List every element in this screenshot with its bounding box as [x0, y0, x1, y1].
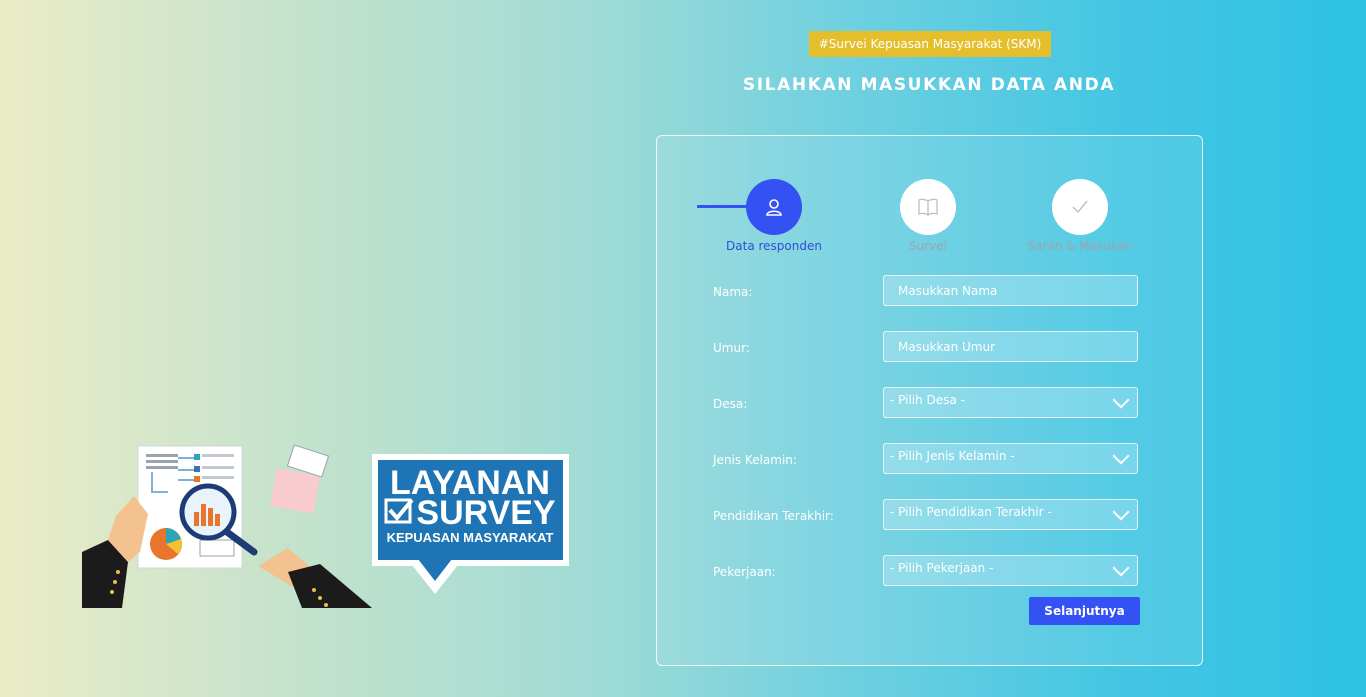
pendidikan-select[interactable]: - Pilih Pendidikan Terakhir -: [883, 499, 1138, 530]
chevron-down-icon: [1112, 503, 1130, 520]
umur-input[interactable]: [883, 331, 1138, 362]
step-data-responden[interactable]: Data responden: [694, 179, 854, 253]
form-row-jenis-kelamin: Jenis Kelamin: - Pilih Jenis Kelamin -: [657, 443, 1202, 477]
desa-select-value: - Pilih Desa -: [890, 392, 965, 407]
step-label: Data responden: [726, 239, 822, 253]
page-title: SILAHKAN MASUKKAN DATA ANDA: [742, 75, 1116, 95]
svg-text:SURVEY: SURVEY: [416, 494, 556, 532]
step-label: Saran & Masukan: [1027, 239, 1133, 253]
form-row-desa: Desa: - Pilih Desa -: [657, 387, 1202, 421]
form-row-pekerjaan: Pekerjaan: - Pilih Pekerjaan -: [657, 555, 1202, 589]
chevron-down-icon: [1112, 391, 1130, 408]
step-survei[interactable]: Survei: [848, 179, 1008, 253]
step-label: Survei: [909, 239, 947, 253]
umur-label: Umur:: [713, 341, 750, 355]
survey-illustration: [82, 444, 372, 608]
chevron-down-icon: [1112, 447, 1130, 464]
svg-text:KEPUASAN MASYARAKAT: KEPUASAN MASYARAKAT: [387, 530, 554, 545]
form-row-nama: Nama:: [657, 275, 1202, 309]
desa-select[interactable]: - Pilih Desa -: [883, 387, 1138, 418]
respondent-form-card: Data responden Survei Saran & Masukan Na…: [656, 135, 1203, 666]
pendidikan-select-value: - Pilih Pendidikan Terakhir -: [890, 504, 1052, 519]
survey-tag: #Survei Kepuasan Masyarakat (SKM): [809, 31, 1051, 57]
jenis-kelamin-label: Jenis Kelamin:: [713, 453, 797, 467]
jenis-kelamin-select-value: - Pilih Jenis Kelamin -: [890, 448, 1015, 463]
pekerjaan-select-value: - Pilih Pekerjaan -: [890, 560, 994, 575]
nama-label: Nama:: [713, 285, 753, 299]
user-icon: [746, 179, 802, 235]
step-saran-masukan[interactable]: Saran & Masukan: [1000, 179, 1160, 253]
layanan-survey-logo: LAYANAN SURVEY KEPUASAN MASYARAKAT: [372, 454, 569, 594]
nama-input[interactable]: [883, 275, 1138, 306]
chevron-down-icon: [1112, 559, 1130, 576]
next-button[interactable]: Selanjutnya: [1029, 597, 1140, 625]
pekerjaan-label: Pekerjaan:: [713, 565, 776, 579]
form-row-umur: Umur:: [657, 331, 1202, 365]
pendidikan-label: Pendidikan Terakhir:: [713, 509, 834, 523]
book-icon: [900, 179, 956, 235]
form-row-pendidikan: Pendidikan Terakhir: - Pilih Pendidikan …: [657, 499, 1202, 533]
jenis-kelamin-select[interactable]: - Pilih Jenis Kelamin -: [883, 443, 1138, 474]
check-icon: [1052, 179, 1108, 235]
pekerjaan-select[interactable]: - Pilih Pekerjaan -: [883, 555, 1138, 586]
desa-label: Desa:: [713, 397, 748, 411]
